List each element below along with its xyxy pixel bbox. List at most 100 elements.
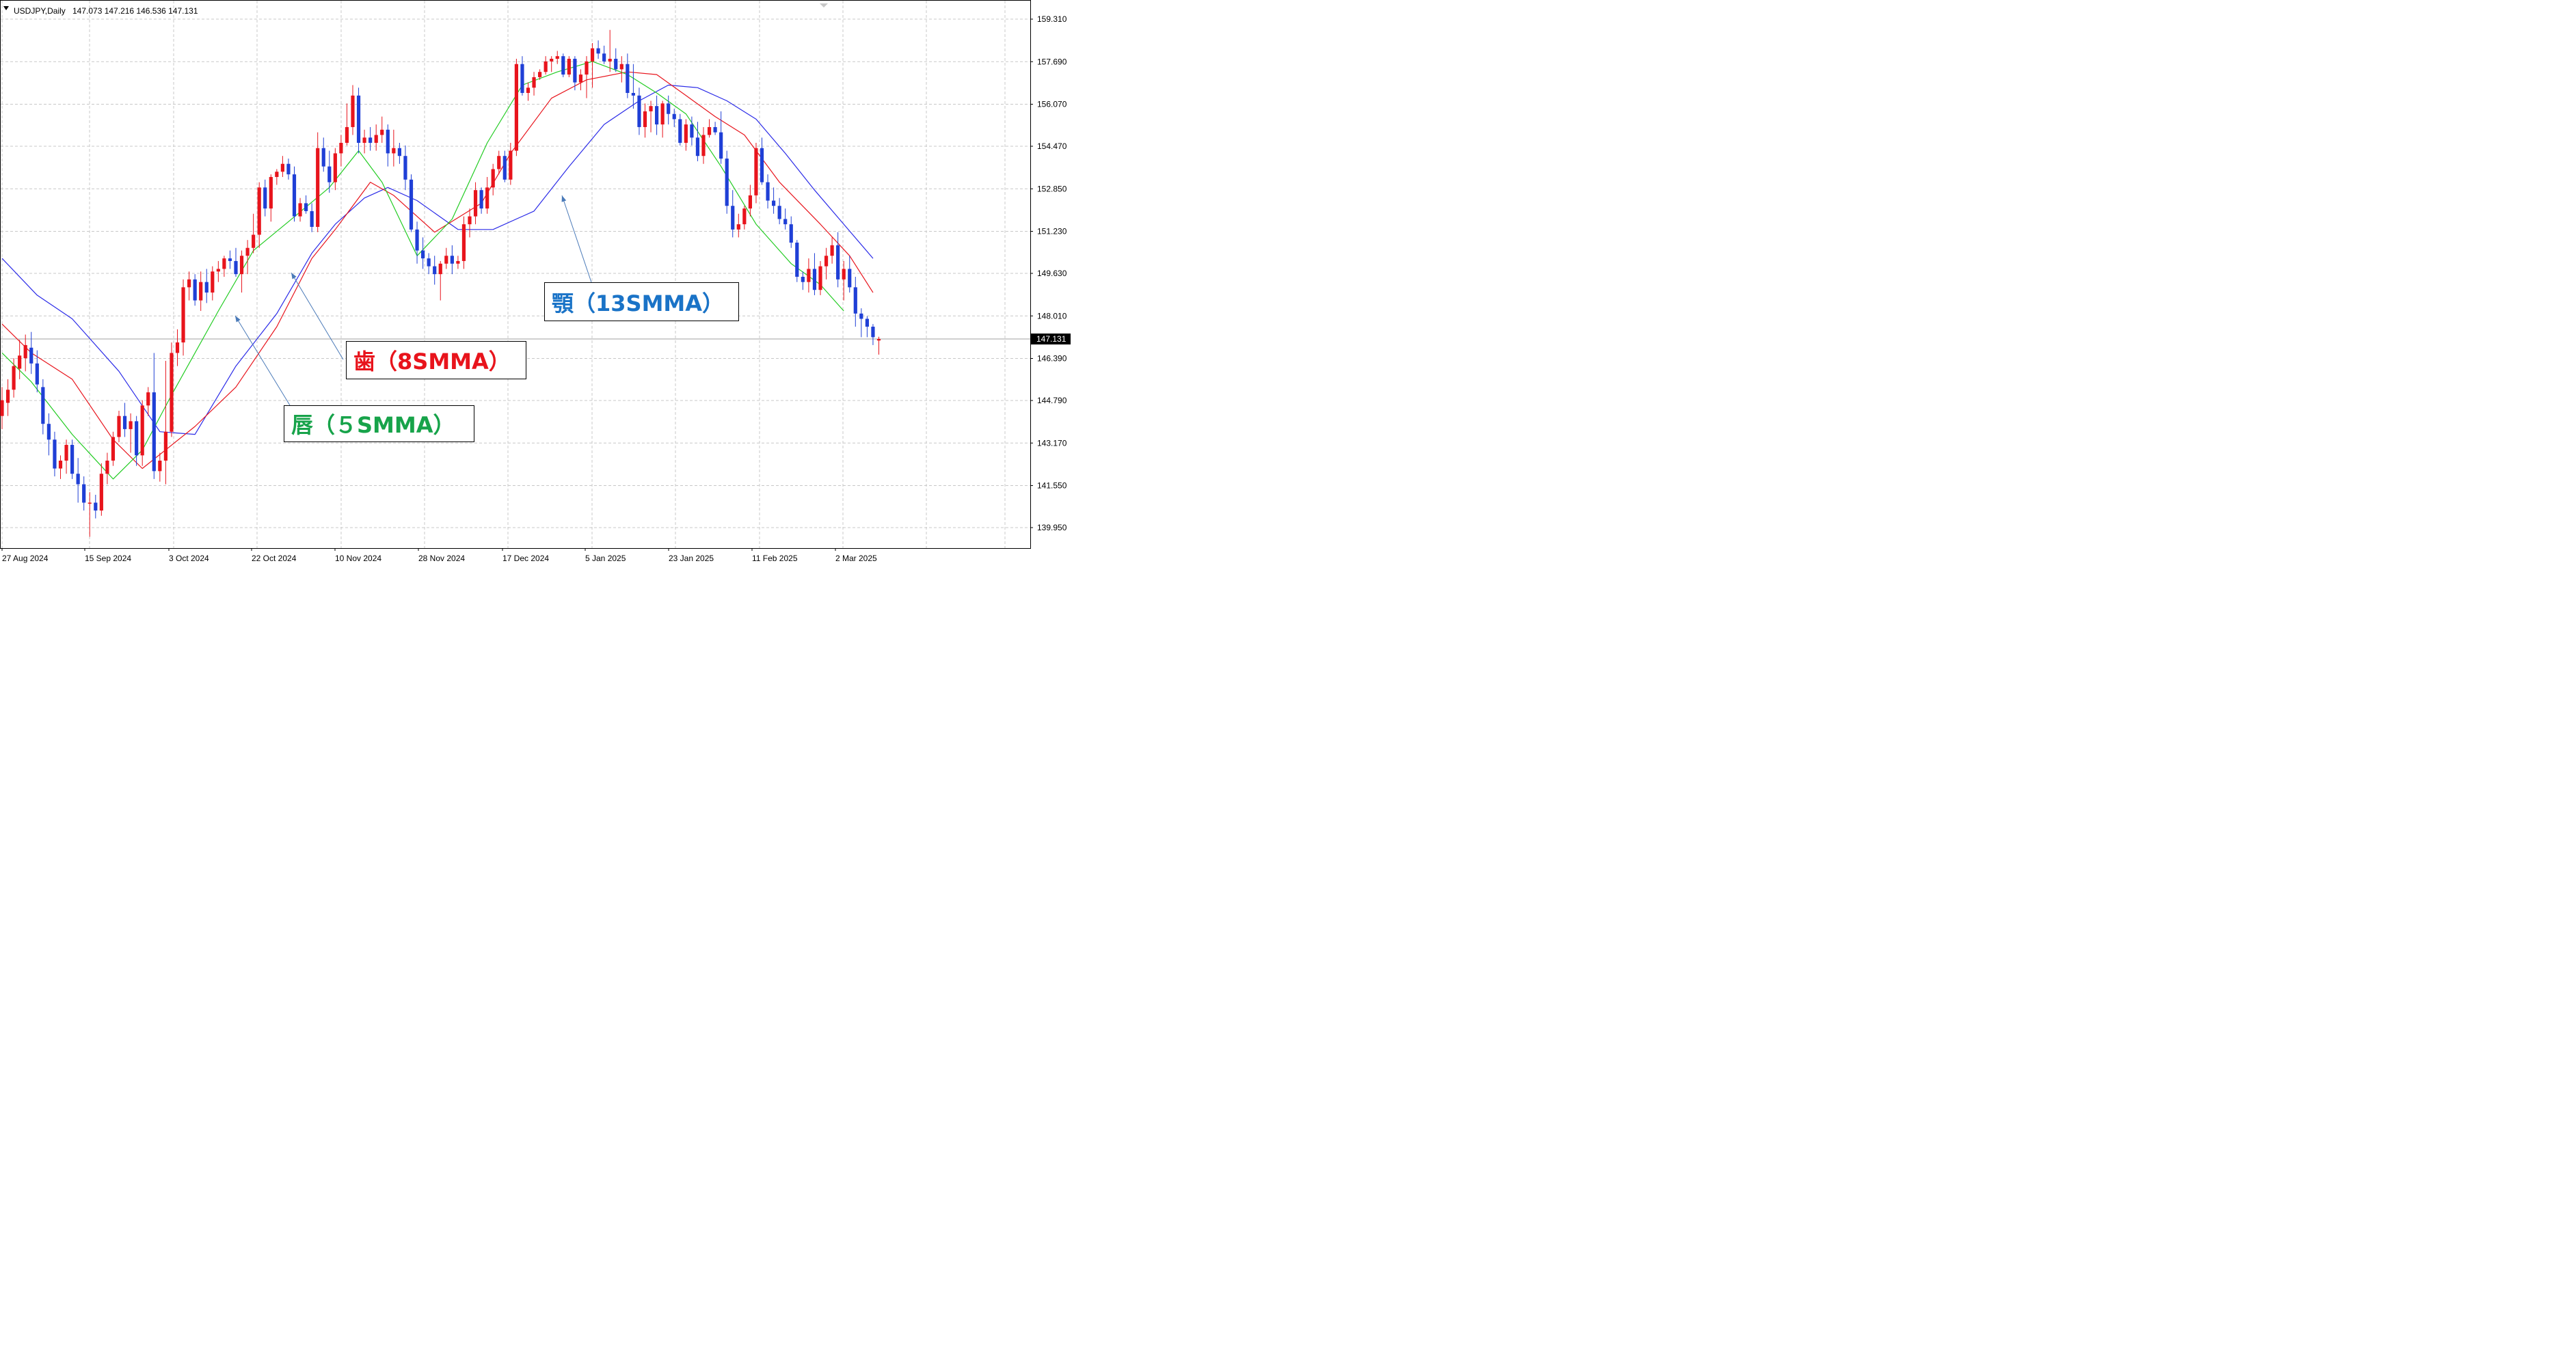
candle-body: [789, 224, 793, 243]
candle-body: [316, 148, 320, 227]
candle-body: [23, 344, 27, 359]
symbol-label: USDJPY,Daily: [14, 6, 66, 16]
candle-body: [807, 269, 811, 282]
candle-body: [99, 474, 103, 511]
candle-body: [374, 135, 378, 144]
candle-body: [5, 390, 10, 403]
candle-body: [421, 250, 425, 259]
candle-body: [345, 126, 349, 144]
candle-body: [327, 166, 332, 182]
candle-body: [468, 216, 472, 225]
candle-body: [187, 279, 191, 288]
candle-body: [859, 313, 863, 319]
candle-body: [772, 200, 776, 206]
candle-body: [0, 400, 4, 416]
candle-body: [526, 87, 531, 93]
candle-body: [239, 256, 244, 275]
candle-body: [234, 260, 238, 275]
y-tick-label: 151.230: [1037, 227, 1067, 236]
y-tick-label: 156.070: [1037, 100, 1067, 109]
candle-body: [111, 437, 116, 461]
candle-body: [456, 260, 460, 264]
candle-body: [578, 74, 583, 83]
candle-body: [158, 461, 162, 472]
candle-body: [544, 61, 548, 72]
candle-body: [695, 137, 700, 157]
candle-body: [608, 59, 612, 62]
x-tick-label: 22 Oct 2024: [252, 554, 297, 563]
candle-body: [53, 439, 57, 469]
candle-body: [812, 269, 817, 290]
lips-label: 唇（５SMMA）: [284, 405, 474, 442]
candle-body: [824, 256, 829, 267]
candle-body: [760, 148, 764, 182]
candle-body: [497, 156, 501, 169]
candle-body: [596, 48, 600, 54]
candle-body: [427, 258, 431, 267]
y-tick-label: 146.390: [1037, 354, 1067, 364]
candle-body: [871, 327, 875, 338]
candle-body: [637, 95, 641, 127]
candle-body: [292, 174, 297, 217]
y-tick-label: 144.790: [1037, 396, 1067, 405]
candle-body: [509, 150, 513, 180]
candle-body: [64, 444, 68, 461]
teeth-label: 歯（8SMMA）: [346, 341, 526, 379]
candle-body: [94, 502, 98, 511]
candle-body: [818, 266, 822, 290]
candle-body: [485, 187, 489, 209]
x-tick-label: 28 Nov 2024: [418, 554, 465, 563]
candle-body: [678, 119, 682, 144]
candle-body: [701, 135, 706, 157]
candle-body: [660, 103, 665, 125]
candle-body: [836, 245, 840, 280]
candle-body: [479, 190, 483, 209]
ohlc-values: 147.073 147.216 146.536 147.131: [72, 6, 198, 16]
x-tick-label: 17 Dec 2024: [502, 554, 549, 563]
candle-body: [280, 163, 284, 172]
candle-body: [18, 355, 22, 369]
candle-body: [461, 224, 466, 261]
candle-body: [403, 156, 407, 180]
candle-body: [795, 243, 799, 277]
candle-body: [783, 219, 788, 225]
x-tick-label: 23 Jan 2025: [669, 554, 714, 563]
candle-body: [29, 347, 33, 364]
candle-body: [12, 366, 16, 390]
candle-body: [170, 353, 174, 432]
candle-body: [70, 444, 75, 474]
candle-body: [514, 64, 518, 151]
candle-body: [415, 229, 419, 251]
y-tick-label: 141.550: [1037, 481, 1067, 491]
candle-body: [725, 159, 729, 206]
candle-body: [362, 137, 366, 144]
candle-body: [35, 363, 39, 385]
candle-body: [181, 287, 185, 343]
x-tick-label: 5 Jan 2025: [585, 554, 626, 563]
candle-body: [41, 387, 45, 424]
candle-body: [631, 92, 635, 96]
candle-body: [719, 132, 723, 159]
candle-body: [690, 124, 694, 138]
candle-body: [842, 269, 846, 280]
candle-body: [532, 77, 536, 88]
candle-body: [473, 190, 478, 217]
candle-body: [117, 416, 121, 437]
price-axis: 159.310 157.690 156.070 154.470 152.850 151.2…: [1030, 14, 1071, 532]
candle-body: [748, 195, 752, 209]
candle-body: [140, 405, 144, 456]
y-tick-label: 143.170: [1037, 438, 1067, 448]
candle-body: [245, 247, 250, 256]
candle-body: [135, 421, 139, 456]
candle-body: [175, 342, 180, 353]
candle-body: [766, 182, 770, 201]
candle-body: [444, 256, 448, 264]
candle-body: [333, 153, 337, 182]
candle-body: [538, 72, 542, 77]
candle-body: [298, 203, 302, 217]
candle-body: [228, 258, 232, 261]
candle-body: [626, 64, 630, 93]
candle-body: [520, 64, 524, 93]
candle-body: [386, 129, 390, 154]
candle-body: [433, 266, 437, 275]
